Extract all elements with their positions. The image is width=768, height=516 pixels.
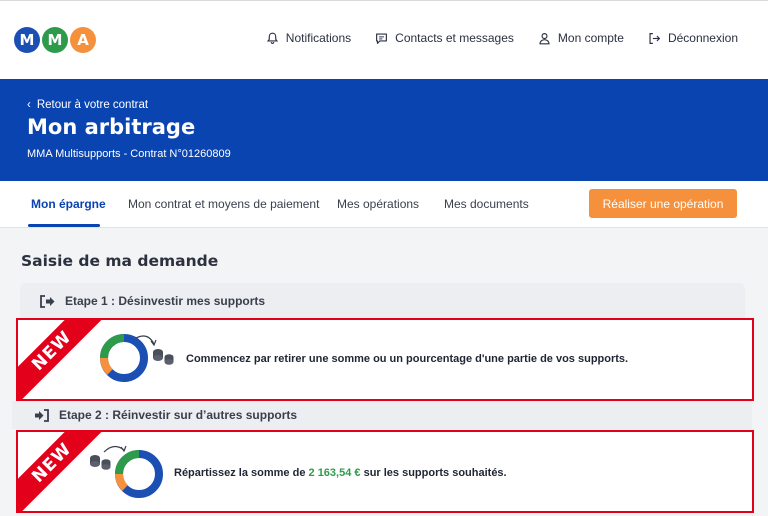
logo-letter-m2: M: [42, 27, 68, 53]
step2-text-before: Répartissez la somme de: [174, 467, 309, 479]
back-to-contract-link[interactable]: ‹ Retour à votre contrat: [27, 99, 148, 111]
step2-card[interactable]: NEW Répartissez la somme de 2 163,54 € s…: [16, 430, 754, 513]
contacts-link[interactable]: Contacts et messages: [375, 31, 514, 45]
tab-mon-contrat[interactable]: Mon contrat et moyens de paiement: [128, 197, 319, 211]
logout-label: Déconnexion: [667, 31, 738, 45]
tab-mes-operations[interactable]: Mes opérations: [337, 197, 419, 211]
step1-title: Etape 1 : Désinvestir mes supports: [65, 294, 266, 308]
donut-reinvest-icon: [90, 445, 163, 498]
logo-letter-a: A: [70, 27, 96, 53]
message-icon: [376, 32, 388, 44]
sign-in-icon: [35, 408, 49, 422]
account-label: Mon compte: [557, 31, 624, 45]
mma-logo[interactable]: M M A: [14, 27, 96, 53]
realiser-operation-button[interactable]: Réaliser une opération: [589, 189, 737, 218]
header-nav: Notifications Contacts et messages Mon c…: [266, 31, 738, 45]
contract-subtitle: MMA Multisupports - Contrat N°01260809: [27, 148, 231, 160]
chevron-left-icon: ‹: [27, 99, 31, 111]
contract-banner: ‹ Retour à votre contrat Mon arbitrage M…: [0, 79, 768, 181]
donut-withdraw-icon: [100, 334, 174, 382]
step1-header: Etape 1 : Désinvestir mes supports: [20, 283, 745, 319]
step2-title: Etape 2 : Réinvestir sur d’autres suppor…: [59, 408, 298, 422]
logo-letter-m1: M: [14, 27, 40, 53]
logout-link[interactable]: Déconnexion: [648, 31, 738, 45]
page-title: Mon arbitrage: [27, 115, 196, 139]
bell-icon: [266, 32, 278, 44]
tab-mes-documents[interactable]: Mes documents: [444, 197, 529, 211]
notifications-link[interactable]: Notifications: [266, 31, 351, 45]
section-title: Saisie de ma demande: [21, 252, 219, 270]
tab-mon-epargne[interactable]: Mon épargne: [31, 197, 106, 211]
contacts-label: Contacts et messages: [395, 31, 514, 45]
step2-amount: 2 163,54 €: [308, 467, 361, 479]
notifications-label: Notifications: [285, 31, 352, 45]
user-icon: [539, 32, 550, 44]
logout-icon: [649, 32, 661, 44]
top-header: M M A Notifications Contacts et messages…: [0, 0, 768, 79]
step2-header: Etape 2 : Réinvestir sur d’autres suppor…: [12, 401, 752, 429]
step1-card[interactable]: NEW Commencez par retirer une somme ou u…: [16, 318, 754, 401]
step1-description: Commencez par retirer une somme ou un po…: [186, 353, 629, 365]
account-link[interactable]: Mon compte: [538, 31, 624, 45]
back-label: Retour à votre contrat: [36, 99, 149, 111]
active-tab-indicator: [28, 224, 100, 227]
step2-description: Répartissez la somme de 2 163,54 € sur l…: [174, 467, 507, 479]
step2-text-after: sur les supports souhaités.: [360, 467, 507, 479]
tabs-bar: Mon épargne Mon contrat et moyens de pai…: [0, 181, 768, 228]
sign-out-icon: [40, 294, 55, 308]
